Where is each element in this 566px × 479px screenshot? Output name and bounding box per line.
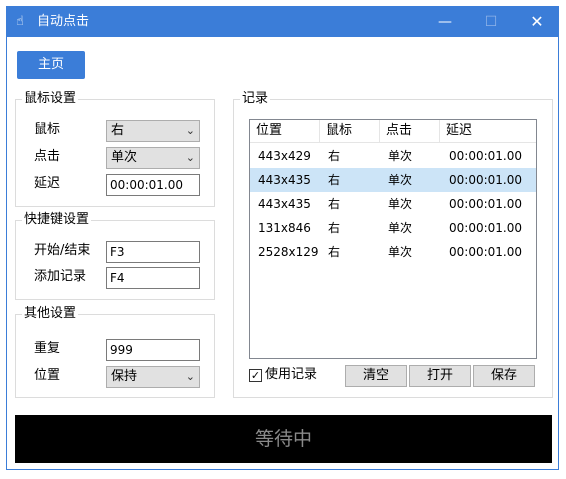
mouse-button-label: 鼠标 (34, 122, 61, 137)
cell-delay: 00:00:01.00 (449, 197, 522, 211)
table-row[interactable]: 443x435 右 单次 00:00:01.00 (250, 192, 536, 216)
cell-position: 443x429 (258, 149, 311, 163)
table-row-selected[interactable]: 443x435 右 单次 00:00:01.00 (250, 168, 536, 192)
other-settings-title: 其他设置 (22, 305, 79, 323)
position-select[interactable]: 保持 ⌄ (106, 366, 200, 388)
use-records-label: 使用记录 (265, 367, 318, 382)
repeat-label: 重复 (34, 341, 61, 356)
click-type-select[interactable]: 单次 ⌄ (106, 147, 200, 169)
add-record-hotkey-input[interactable]: F4 (106, 267, 200, 289)
chevron-down-icon: ⌄ (185, 124, 195, 137)
table-row[interactable]: 2528x129 右 单次 00:00:01.00 (250, 240, 536, 264)
mouse-settings-group: 鼠标设置 鼠标 右 ⌄ 点击 单次 ⌄ 延迟 00:00:01.00 (15, 90, 215, 207)
position-value: 保持 (111, 369, 138, 384)
cell-click: 单次 (388, 221, 413, 235)
column-header-position[interactable]: 位置 (250, 120, 320, 142)
repeat-input[interactable]: 999 (106, 339, 200, 361)
mouse-button-value: 右 (111, 123, 125, 138)
cell-click: 单次 (388, 149, 413, 163)
records-list[interactable]: 位置 鼠标 点击 延迟 443x429 右 单次 00:00:01.00 443… (249, 119, 537, 359)
mouse-button-select[interactable]: 右 ⌄ (106, 120, 200, 142)
cell-click: 单次 (388, 173, 413, 187)
click-label: 点击 (34, 149, 61, 164)
other-settings-group: 其他设置 重复 999 位置 保持 ⌄ (15, 305, 215, 398)
chevron-down-icon: ⌄ (185, 370, 195, 383)
cell-position: 131x846 (258, 221, 311, 235)
start-stop-hotkey-input[interactable]: F3 (106, 241, 200, 263)
position-label: 位置 (34, 368, 61, 383)
open-button[interactable]: 打开 (409, 365, 471, 387)
cell-position: 443x435 (258, 173, 311, 187)
cell-mouse: 右 (328, 173, 341, 187)
cell-mouse: 右 (328, 149, 341, 163)
column-header-click[interactable]: 点击 (380, 120, 440, 142)
window-title: 自动点击 (37, 14, 90, 29)
use-records-checkbox[interactable]: ✓ (249, 369, 262, 382)
app-window: ☝ 自动点击 — ☐ ✕ 主页 鼠标设置 鼠标 右 ⌄ 点击 单次 ⌄ 延迟 0… (6, 6, 559, 470)
delay-label: 延迟 (34, 176, 61, 191)
home-button[interactable]: 主页 (17, 51, 85, 79)
cell-delay: 00:00:01.00 (449, 245, 522, 259)
cell-delay: 00:00:01.00 (449, 149, 522, 163)
hotkey-settings-group: 快捷键设置 开始/结束 F3 添加记录 F4 (15, 211, 215, 300)
cell-delay: 00:00:01.00 (449, 221, 522, 235)
status-display: 等待中 (15, 415, 552, 463)
add-record-label: 添加记录 (34, 269, 87, 284)
cell-click: 单次 (388, 245, 413, 259)
clear-button[interactable]: 清空 (345, 365, 407, 387)
maximize-button[interactable]: ☐ (468, 7, 514, 37)
cell-position: 2528x129 (258, 245, 319, 259)
mouse-settings-title: 鼠标设置 (22, 90, 79, 108)
title-bar[interactable]: ☝ 自动点击 — ☐ ✕ (7, 7, 558, 37)
save-button[interactable]: 保存 (473, 365, 535, 387)
column-header-mouse[interactable]: 鼠标 (320, 120, 380, 142)
cell-mouse: 右 (328, 197, 341, 211)
chevron-down-icon: ⌄ (185, 151, 195, 164)
column-header-delay[interactable]: 延迟 (440, 120, 536, 142)
click-type-value: 单次 (111, 150, 138, 165)
records-list-header: 位置 鼠标 点击 延迟 (250, 120, 536, 143)
cell-delay: 00:00:01.00 (449, 173, 522, 187)
cell-position: 443x435 (258, 197, 311, 211)
minimize-button[interactable]: — (422, 7, 468, 37)
cell-mouse: 右 (328, 245, 341, 259)
start-stop-label: 开始/结束 (34, 243, 91, 258)
table-row[interactable]: 131x846 右 单次 00:00:01.00 (250, 216, 536, 240)
cell-mouse: 右 (328, 221, 341, 235)
close-button[interactable]: ✕ (514, 7, 560, 37)
cell-click: 单次 (388, 197, 413, 211)
hand-pointer-icon: ☝ (16, 14, 24, 29)
records-title: 记录 (240, 90, 271, 108)
hotkey-settings-title: 快捷键设置 (22, 211, 92, 229)
delay-input[interactable]: 00:00:01.00 (106, 174, 200, 196)
table-row[interactable]: 443x429 右 单次 00:00:01.00 (250, 144, 536, 168)
